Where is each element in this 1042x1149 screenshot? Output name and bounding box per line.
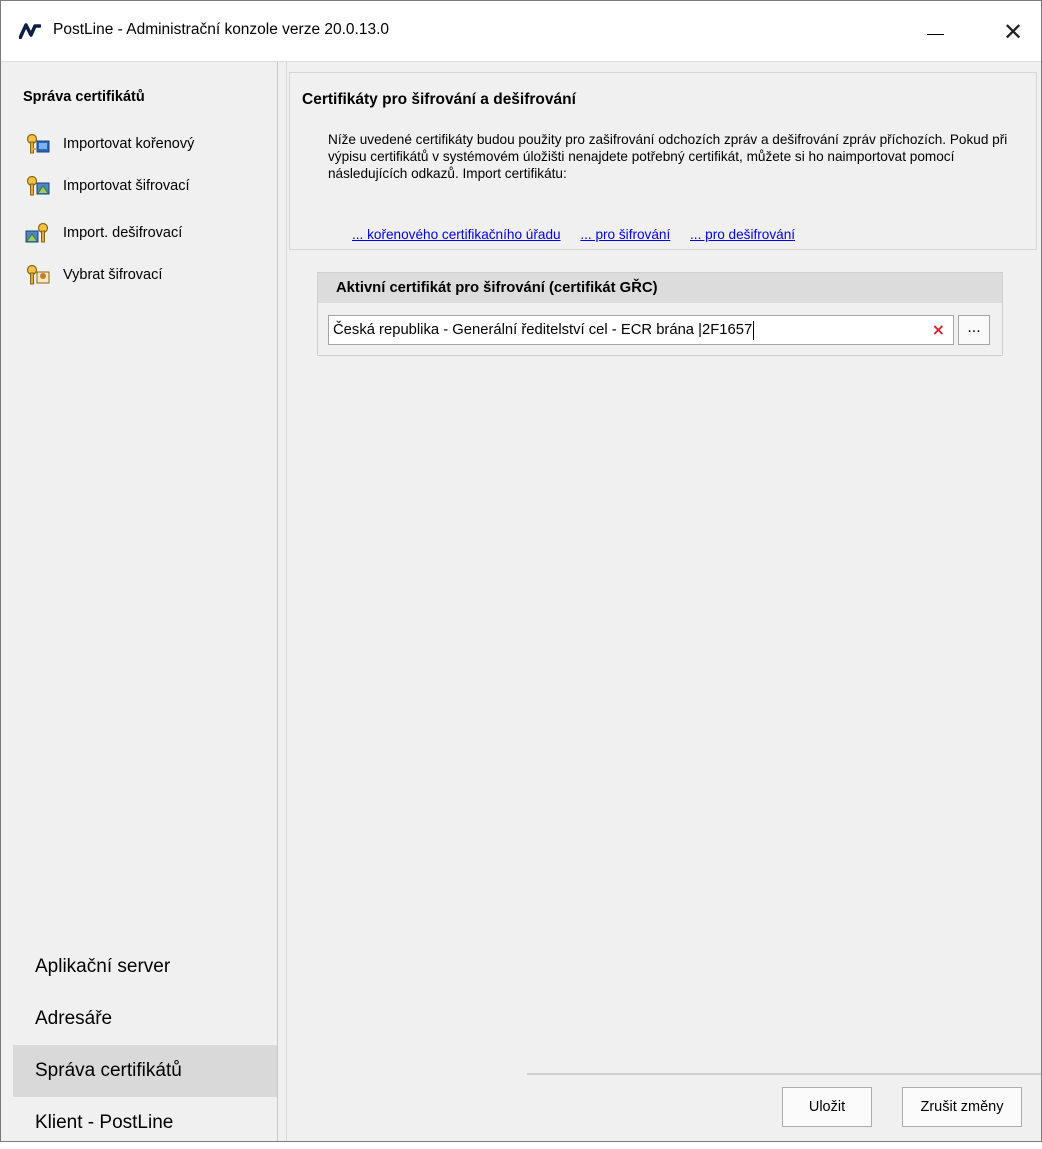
link-import-decrypt[interactable]: ... pro dešifrování [690, 227, 795, 242]
sidebar-item-import-decrypt[interactable]: Import. dešifrovací [25, 220, 182, 246]
minimize-button[interactable] [913, 15, 953, 49]
main-panel: Certifikáty pro šifrování a dešifrování … [287, 62, 1041, 1141]
footer-divider [527, 1073, 1041, 1075]
sidebar-item-label: Vybrat šifrovací [63, 267, 163, 283]
cancel-button-label: Zrušit změny [920, 1099, 1004, 1115]
sidebar: Správa certifikátů Importovat kořenový I… [1, 62, 278, 1141]
active-certificate-group: Aktivní certifikát pro šifrování (certif… [317, 272, 1003, 356]
sidebar-item-select-encrypt[interactable]: Vybrat šifrovací [25, 262, 162, 288]
save-button-label: Uložit [808, 1099, 846, 1115]
key-certificate-icon [26, 133, 50, 154]
link-import-root-ca[interactable]: ... kořenového certifikačního úřadu [352, 227, 561, 242]
nav-item-certificate-management[interactable]: Správa certifikátů [13, 1045, 277, 1097]
app-window: PostLine - Administrační konzole verze 2… [0, 0, 1042, 1142]
info-description: Níže uvedené certifikáty budou použity p… [328, 132, 1008, 181]
sidebar-item-label: Importovat šifrovací [63, 178, 190, 194]
clear-icon[interactable]: × [932, 320, 945, 339]
close-button[interactable]: ✕ [993, 15, 1033, 49]
link-import-encrypt[interactable]: ... pro šifrování [580, 227, 670, 242]
key-select-icon [26, 264, 50, 285]
nav-item-application-server[interactable]: Aplikační server [13, 941, 277, 993]
browse-button[interactable]: ... [958, 315, 990, 345]
sidebar-item-import-root[interactable]: Importovat kořenový [25, 131, 194, 157]
text-caret [753, 320, 755, 340]
save-button[interactable]: Uložit [782, 1087, 872, 1127]
nav-item-directories[interactable]: Adresáře [13, 993, 277, 1045]
import-links: ... kořenového certifikačního úřadu ... … [352, 227, 811, 242]
certificate-header: Aktivní certifikát pro šifrování (certif… [318, 273, 1002, 303]
title-bar: PostLine - Administrační konzole verze 2… [1, 1, 1041, 62]
key-encrypt-icon [26, 175, 50, 196]
certificate-value: Česká republika - Generální ředitelství … [333, 322, 753, 338]
certificate-field[interactable]: Česká republika - Generální ředitelství … [328, 315, 954, 345]
info-panel: Certifikáty pro šifrování a dešifrování … [289, 72, 1037, 250]
sidebar-item-import-encrypt[interactable]: Importovat šifrovací [25, 173, 190, 199]
sidebar-item-label: Importovat kořenový [63, 136, 195, 152]
window-title: PostLine - Administrační konzole verze 2… [53, 21, 390, 38]
info-title: Certifikáty pro šifrování a dešifrování [302, 91, 576, 108]
cancel-changes-button[interactable]: Zrušit změny [902, 1087, 1022, 1127]
postline-logo-icon [19, 23, 41, 39]
sidebar-heading: Správa certifikátů [23, 89, 145, 105]
panel-splitter[interactable] [278, 62, 287, 1141]
sidebar-item-label: Import. dešifrovací [63, 225, 183, 241]
key-decrypt-icon [25, 222, 49, 243]
nav-item-client-postline[interactable]: Klient - PostLine [13, 1097, 277, 1149]
